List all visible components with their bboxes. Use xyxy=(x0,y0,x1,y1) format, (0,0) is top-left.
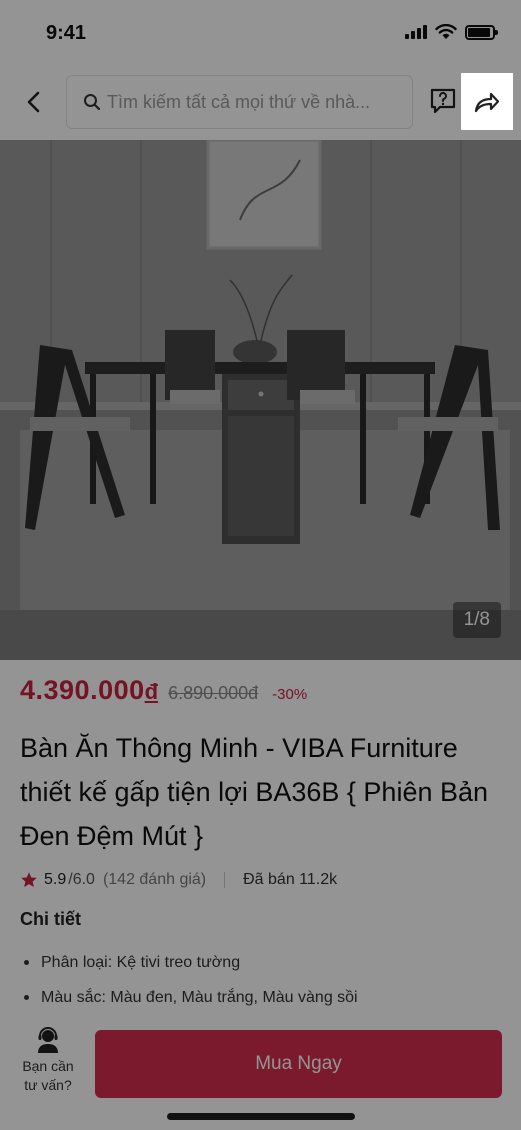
share-arrow-icon xyxy=(474,92,500,112)
rating-row[interactable]: 5.9 /6.0 (142 đánh giá) Đã bán 11.2k xyxy=(20,871,337,889)
battery-icon xyxy=(465,24,498,40)
details-heading: Chi tiết xyxy=(20,909,81,929)
bullet-icon xyxy=(24,995,29,1000)
product-title: Bàn Ăn Thông Minh - VIBA Furniture thiết… xyxy=(20,733,489,851)
cellular-signal-icon xyxy=(405,25,427,39)
review-count: (142 đánh giá) xyxy=(102,871,207,888)
wifi-icon xyxy=(435,24,457,39)
current-price: 4.390.000 xyxy=(20,675,145,705)
product-image-gallery[interactable]: 1/8 xyxy=(0,140,521,660)
rating-value: 5.9 xyxy=(44,871,67,888)
share-button[interactable] xyxy=(461,73,513,130)
product-image xyxy=(0,140,521,660)
advisor-button[interactable]: Bạn cần tư vấn? xyxy=(10,1027,86,1095)
help-button[interactable] xyxy=(428,86,458,116)
list-item: Phân loại: Kệ tivi treo tường xyxy=(24,945,358,980)
status-bar: 9:41 xyxy=(0,0,521,66)
original-price: 6.890.000đ xyxy=(168,683,259,703)
list-item: Màu sắc: Màu đen, Màu trắng, Màu vàng sồ… xyxy=(24,980,358,1015)
currency-unit: đ xyxy=(144,679,159,704)
details-list: Phân loại: Kệ tivi treo tường Màu sắc: M… xyxy=(24,945,358,1015)
divider xyxy=(224,872,226,888)
price-row: 4.390.000 đ 6.890.000đ -30% xyxy=(20,675,307,706)
status-icons xyxy=(405,24,498,40)
discount-badge: -30% xyxy=(272,686,308,703)
sold-count: Đã bán 11.2k xyxy=(243,871,338,888)
search-placeholder: Tìm kiếm tất cả mọi thứ về nhà... xyxy=(107,91,371,112)
rating-max: /6.0 xyxy=(68,871,95,888)
image-counter: 1/8 xyxy=(452,602,501,638)
advisor-label-line1: Bạn cần xyxy=(22,1058,74,1074)
status-time: 9:41 xyxy=(46,22,87,44)
home-indicator[interactable] xyxy=(167,1113,355,1120)
detail-text: Màu sắc: Màu đen, Màu trắng, Màu vàng sồ… xyxy=(41,989,358,1006)
chevron-left-icon xyxy=(27,91,40,113)
back-button[interactable] xyxy=(16,84,52,120)
bullet-icon xyxy=(24,960,29,965)
search-icon xyxy=(84,94,101,111)
top-nav-bar: Tìm kiếm tất cả mọi thứ về nhà... xyxy=(0,66,521,140)
search-input[interactable]: Tìm kiếm tất cả mọi thứ về nhà... xyxy=(66,75,413,129)
support-agent-icon xyxy=(38,1027,58,1053)
help-question-icon xyxy=(430,88,456,114)
star-icon xyxy=(21,872,37,888)
buy-now-button[interactable]: Mua Ngay xyxy=(95,1030,502,1098)
detail-text: Phân loại: Kệ tivi treo tường xyxy=(41,954,241,971)
advisor-label-line2: tư vấn? xyxy=(24,1077,72,1093)
